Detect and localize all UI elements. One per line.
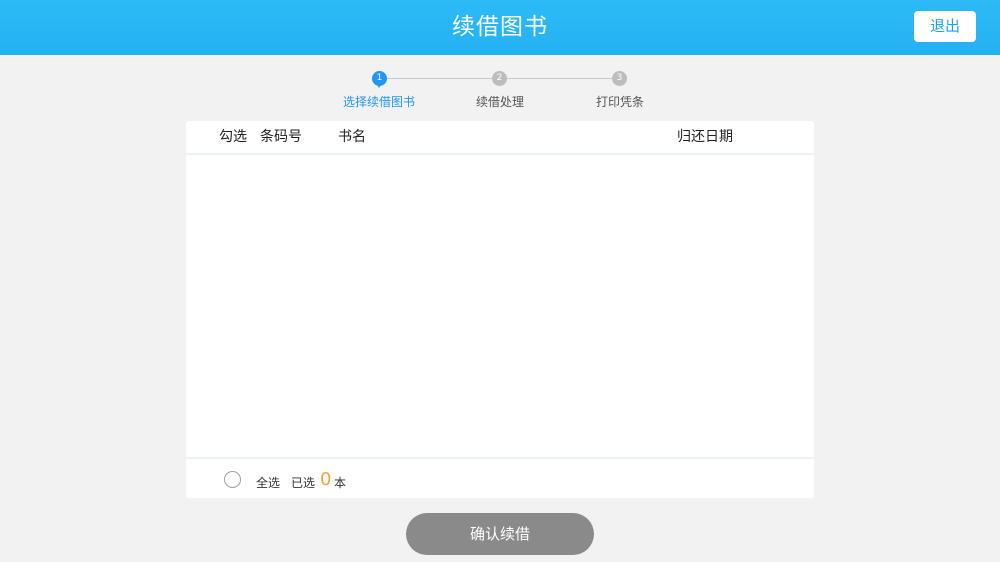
step-connector xyxy=(507,78,613,79)
step-label: 续借处理 xyxy=(475,95,524,109)
column-header-barcode: 条码号 xyxy=(260,129,302,145)
selection-footer: 全选 已选 0 本 xyxy=(186,457,814,500)
top-bar: 续借图书 退出 xyxy=(0,0,1000,55)
step-connector xyxy=(387,78,494,79)
column-header-title: 书名 xyxy=(338,129,366,145)
select-all-radio[interactable] xyxy=(224,471,241,488)
table-body xyxy=(186,155,814,457)
step-number-badge: 3 xyxy=(612,71,627,86)
confirm-renew-button[interactable]: 确认续借 xyxy=(406,513,594,555)
page-title: 续借图书 xyxy=(452,14,548,40)
step-label: 选择续借图书 xyxy=(342,95,415,109)
selected-count-prefix: 已选 xyxy=(291,476,316,490)
table-header: 勾选 条码号 书名 归还日期 xyxy=(186,121,814,155)
step-label: 打印凭条 xyxy=(595,95,644,109)
progress-steps: 1 选择续借图书 2 续借处理 3 打印凭条 xyxy=(0,66,1000,116)
selected-count: 0 xyxy=(320,469,332,490)
column-header-due-date: 归还日期 xyxy=(677,129,733,145)
select-all-label[interactable]: 全选 xyxy=(256,475,280,491)
book-list-panel: 勾选 条码号 书名 归还日期 全选 已选 0 本 xyxy=(186,121,814,498)
selected-count-unit: 本 xyxy=(334,476,347,490)
logout-button[interactable]: 退出 xyxy=(914,11,976,42)
column-header-select: 勾选 xyxy=(219,129,247,145)
step-number-badge: 1 xyxy=(372,71,387,88)
step-number-badge: 2 xyxy=(492,71,507,86)
